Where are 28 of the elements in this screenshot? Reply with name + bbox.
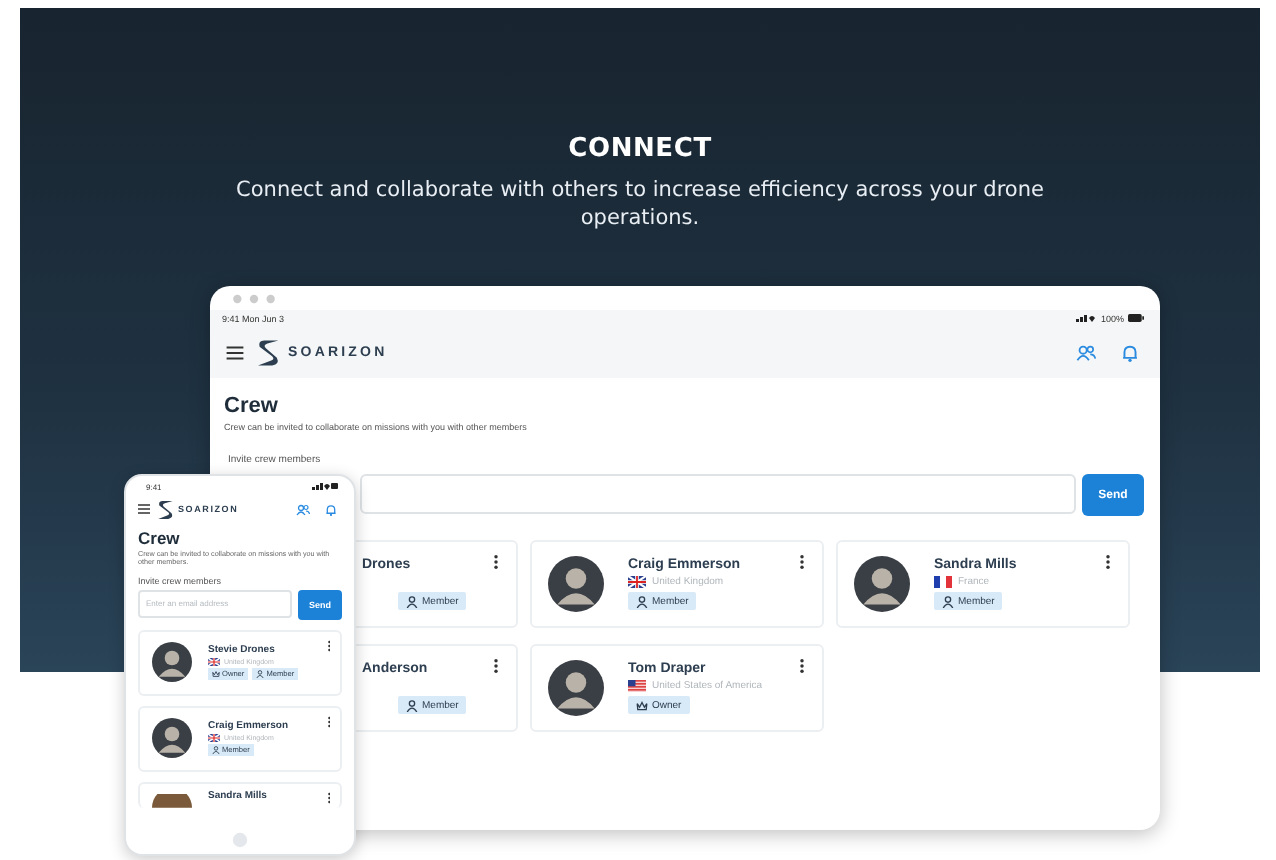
logo-icon xyxy=(258,337,280,367)
person-icon xyxy=(406,595,418,607)
section-subtitle: Connect and collaborate with others to increase efficiency across your drone operations. xyxy=(234,176,1046,232)
person-icon xyxy=(212,746,220,755)
battery-icon xyxy=(1128,314,1144,322)
logo-icon xyxy=(158,499,174,519)
page-title: Crew xyxy=(224,394,280,418)
signal-icon xyxy=(1076,314,1097,322)
email-input-field[interactable] xyxy=(360,474,1076,514)
flag-icon xyxy=(934,576,952,588)
signal-icon xyxy=(312,482,338,490)
crown-icon xyxy=(212,670,220,679)
bell-icon[interactable] xyxy=(1120,343,1140,361)
bell-icon[interactable] xyxy=(324,503,338,515)
flag-icon xyxy=(628,576,646,588)
person-icon xyxy=(406,699,418,711)
people-icon[interactable] xyxy=(296,503,310,515)
section-title: CONNECT xyxy=(568,134,712,164)
person-icon xyxy=(256,670,265,679)
page-title: Crew xyxy=(138,528,182,548)
flag-icon xyxy=(628,680,646,692)
window-dots-icon xyxy=(230,293,278,303)
people-icon[interactable] xyxy=(1076,343,1096,361)
person-icon xyxy=(636,595,648,607)
person-icon xyxy=(942,595,954,607)
menu-icon[interactable] xyxy=(226,345,244,359)
menu-icon[interactable] xyxy=(138,504,150,514)
crown-icon xyxy=(636,699,648,711)
